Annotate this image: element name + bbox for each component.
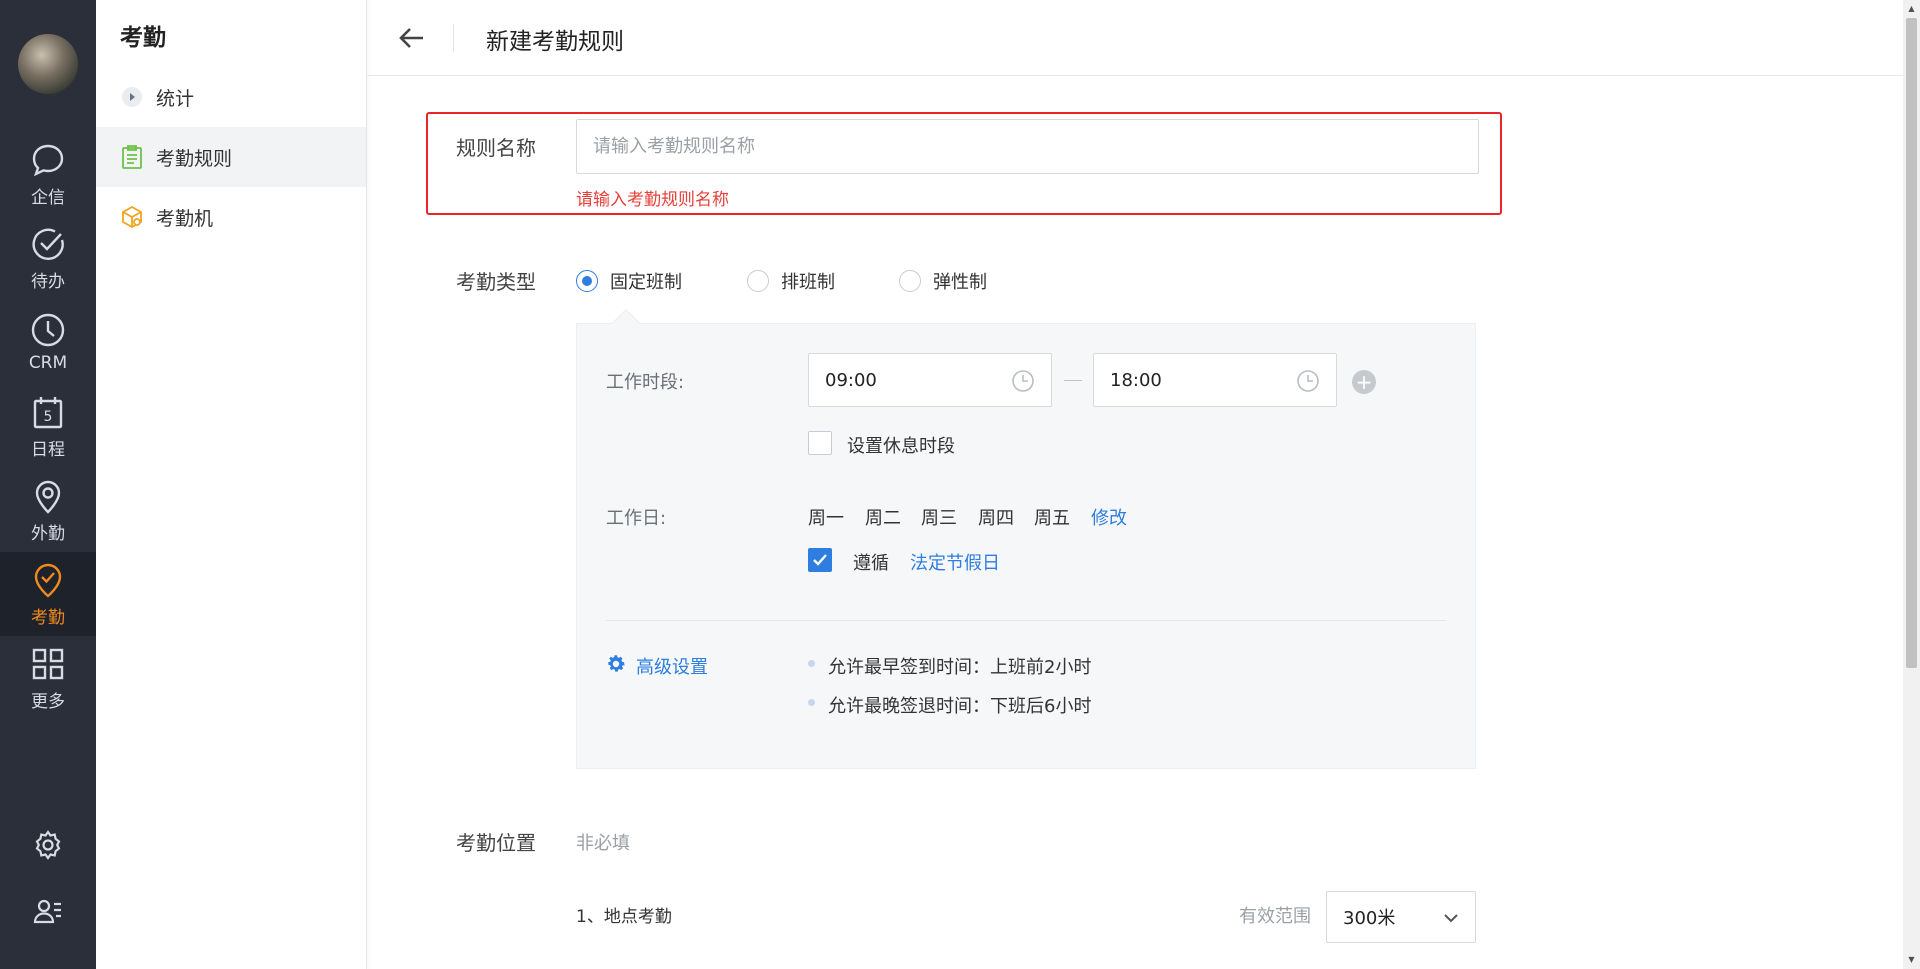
calendar-icon: 5 xyxy=(33,396,63,428)
rail-label: 考勤 xyxy=(31,607,65,628)
advanced-settings-link[interactable]: 高级设置 xyxy=(636,653,708,679)
gear-icon[interactable] xyxy=(605,653,627,675)
attendance-pin-icon xyxy=(34,563,62,598)
radio-scheduled-shift[interactable]: 排班制 xyxy=(747,268,835,294)
rule-name-error: 请输入考勤规则名称 xyxy=(576,190,729,210)
chat-bubble-icon xyxy=(32,144,64,176)
page-header: 新建考勤规则 xyxy=(367,0,1903,76)
device-box-icon xyxy=(120,205,144,229)
range-value: 300米 xyxy=(1343,908,1396,929)
scroll-up-arrow[interactable]: ▲ xyxy=(1906,3,1917,15)
app-rail: 企信 待办 CRM 5 日程 外勤 考勤 更多 xyxy=(0,0,96,969)
clock-icon xyxy=(1012,370,1034,392)
start-time-input[interactable]: 09:00 xyxy=(808,353,1052,407)
radio-dot xyxy=(747,270,769,292)
rail-label: 外勤 xyxy=(31,523,65,544)
radio-label: 固定班制 xyxy=(610,272,682,293)
play-circle-icon xyxy=(120,85,144,109)
bullet xyxy=(808,660,815,667)
rail-label: 日程 xyxy=(31,439,65,460)
back-button[interactable] xyxy=(397,24,427,52)
location-item: 1、地点考勤 xyxy=(576,907,672,927)
svg-text:5: 5 xyxy=(44,409,53,425)
end-time-input[interactable]: 18:00 xyxy=(1093,353,1337,407)
rail-item-attendance[interactable]: 考勤 xyxy=(0,552,96,636)
attendance-type-label: 考勤类型 xyxy=(456,270,536,294)
scrollbar-thumb[interactable] xyxy=(1906,18,1917,668)
clock-icon xyxy=(1297,370,1319,392)
rail-item-more[interactable]: 更多 xyxy=(0,636,96,720)
range-select[interactable]: 300米 xyxy=(1326,891,1476,943)
page-title: 新建考勤规则 xyxy=(486,29,624,55)
map-pin-icon xyxy=(35,480,61,514)
time-range-dash xyxy=(1064,380,1082,381)
rule-name-input[interactable] xyxy=(576,119,1479,174)
rule-name-label: 规则名称 xyxy=(456,136,536,160)
attendance-sidebar: 考勤 统计 考勤规则 考勤机 xyxy=(96,0,367,969)
panel-divider xyxy=(606,620,1446,621)
settings-button[interactable] xyxy=(0,815,96,875)
work-period-label: 工作时段: xyxy=(606,372,685,393)
start-time-value: 09:00 xyxy=(825,369,877,391)
rest-period-checkbox[interactable] xyxy=(808,431,832,455)
clipboard-icon xyxy=(120,145,144,169)
workday-tue: 周二 xyxy=(865,508,901,529)
header-divider xyxy=(453,24,454,52)
radio-flexible-shift[interactable]: 弹性制 xyxy=(899,268,987,294)
advanced-item-earliest: 允许最早签到时间：上班前2小时 xyxy=(828,657,1092,678)
sidebar-item-machine[interactable]: 考勤机 xyxy=(96,187,366,247)
scroll-down-arrow[interactable]: ▼ xyxy=(1906,954,1917,966)
check-circle-icon xyxy=(32,228,64,260)
modify-workdays-link[interactable]: 修改 xyxy=(1091,504,1127,530)
rail-label: CRM xyxy=(28,353,68,373)
range-label: 有效范围 xyxy=(1239,906,1311,927)
location-label: 考勤位置 xyxy=(456,831,536,855)
radio-label: 弹性制 xyxy=(933,272,987,293)
checkmark-icon xyxy=(813,554,827,566)
sidebar-item-label: 考勤机 xyxy=(156,207,214,230)
radio-dot xyxy=(576,270,598,292)
workday-wed: 周三 xyxy=(921,508,957,529)
rail-item-todo[interactable]: 待办 xyxy=(0,216,96,300)
sidebar-item-statistics[interactable]: 统计 xyxy=(96,67,366,127)
avatar[interactable] xyxy=(18,34,78,94)
sidebar-item-label: 考勤规则 xyxy=(156,147,233,170)
workday-thu: 周四 xyxy=(978,508,1014,529)
radio-label: 排班制 xyxy=(781,272,835,293)
bullet xyxy=(808,699,815,706)
arrow-left-icon xyxy=(399,28,423,48)
end-time-value: 18:00 xyxy=(1110,369,1162,391)
rest-period-label: 设置休息时段 xyxy=(847,436,955,457)
rail-item-field[interactable]: 外勤 xyxy=(0,468,96,552)
radio-fixed-shift[interactable]: 固定班制 xyxy=(576,268,682,294)
follow-holiday-checkbox[interactable] xyxy=(808,548,832,572)
clock-icon xyxy=(31,313,65,347)
chevron-down-icon xyxy=(1444,914,1458,923)
holiday-link[interactable]: 法定节假日 xyxy=(910,549,1000,575)
advanced-item-latest: 允许最晚签退时间：下班后6小时 xyxy=(828,696,1092,717)
contacts-button[interactable] xyxy=(0,881,96,941)
rail-item-crm[interactable]: CRM xyxy=(0,300,96,384)
rail-label: 待办 xyxy=(31,271,65,292)
rail-item-qixin[interactable]: 企信 xyxy=(0,132,96,216)
follow-label: 遵循 xyxy=(853,553,889,574)
location-optional-hint: 非必填 xyxy=(576,833,630,854)
workday-label: 工作日: xyxy=(606,508,667,529)
sidebar-title: 考勤 xyxy=(120,25,166,51)
workday-mon: 周一 xyxy=(808,508,844,529)
rail-label: 更多 xyxy=(31,691,65,712)
add-period-button[interactable]: + xyxy=(1352,370,1376,394)
gear-icon xyxy=(35,830,61,860)
plus-icon: + xyxy=(1355,370,1373,394)
rail-label: 企信 xyxy=(31,187,65,208)
grid-icon xyxy=(32,648,64,679)
user-list-icon xyxy=(33,899,61,924)
rail-item-schedule[interactable]: 5 日程 xyxy=(0,384,96,468)
radio-dot xyxy=(899,270,921,292)
sidebar-item-label: 统计 xyxy=(156,87,195,110)
workday-fri: 周五 xyxy=(1034,508,1070,529)
sidebar-item-rules[interactable]: 考勤规则 xyxy=(96,127,366,187)
